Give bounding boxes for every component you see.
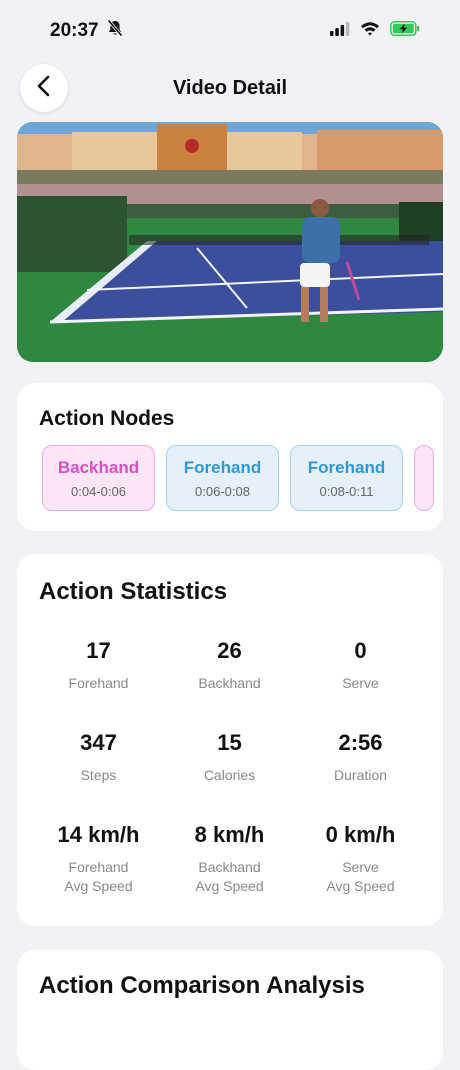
- action-nodes-title: Action Nodes: [39, 407, 175, 430]
- action-comparison-title: Action Comparison Analysis: [39, 972, 365, 999]
- video-player[interactable]: [17, 122, 443, 362]
- stat-steps: 347 Steps: [33, 730, 164, 822]
- video-frame-image: [17, 122, 443, 362]
- stat-label: Forehand: [68, 675, 129, 691]
- stat-calories: 15 Calories: [164, 730, 295, 822]
- cellular-signal-icon: [330, 21, 350, 41]
- action-nodes-list[interactable]: Backhand 0:04-0:06 Forehand 0:06-0:08 Fo…: [42, 445, 443, 511]
- action-statistics-card: Action Statistics 17 Forehand 26 Backhan…: [17, 554, 443, 926]
- action-comparison-card: Action Comparison Analysis: [17, 950, 443, 1070]
- stat-value: 8 km/h: [194, 822, 265, 847]
- action-node-time: 0:04-0:06: [71, 483, 126, 499]
- stat-forehand-count: 17 Forehand: [33, 638, 164, 730]
- wifi-icon: [360, 21, 380, 41]
- action-node-time: 0:06-0:08: [195, 483, 250, 499]
- action-node-backhand[interactable]: Backhand 0:04-0:06: [42, 445, 155, 511]
- stat-value: 15: [217, 730, 242, 755]
- stat-value: 17: [86, 638, 111, 663]
- stat-label: Serve Avg Speed: [326, 859, 395, 894]
- action-node-partial[interactable]: [414, 445, 434, 511]
- stat-backhand-avg-speed: 8 km/h Backhand Avg Speed: [164, 822, 295, 922]
- stat-value: 0: [354, 638, 367, 663]
- action-node-forehand[interactable]: Forehand 0:06-0:08: [166, 445, 279, 511]
- battery-charging-icon: [390, 21, 420, 41]
- action-statistics-title: Action Statistics: [39, 578, 228, 605]
- nav-bar: Video Detail: [0, 62, 460, 114]
- action-node-time: 0:08-0:11: [319, 483, 374, 499]
- stat-serve-avg-speed: 0 km/h Serve Avg Speed: [295, 822, 426, 922]
- stat-label: Serve: [342, 675, 379, 691]
- stat-value: 0 km/h: [325, 822, 396, 847]
- stat-backhand-count: 26 Backhand: [164, 638, 295, 730]
- status-bar: 20:37: [0, 0, 460, 62]
- stat-serve-count: 0 Serve: [295, 638, 426, 730]
- action-nodes-card: Action Nodes Backhand 0:04-0:06 Forehand…: [17, 383, 443, 531]
- action-node-name: Forehand: [307, 457, 386, 477]
- stat-value: 347: [80, 730, 117, 755]
- action-node-forehand[interactable]: Forehand 0:08-0:11: [290, 445, 403, 511]
- stat-duration: 2:56 Duration: [295, 730, 426, 822]
- chevron-left-icon: [36, 75, 52, 102]
- stat-value: 14 km/h: [57, 822, 140, 847]
- statistics-grid: 17 Forehand 26 Backhand 0 Serve 347 Step…: [33, 638, 427, 922]
- back-button[interactable]: [20, 64, 68, 112]
- page-title: Video Detail: [172, 76, 288, 99]
- stat-label: Steps: [80, 767, 117, 783]
- stat-forehand-avg-speed: 14 km/h Forehand Avg Speed: [33, 822, 164, 922]
- stat-label: Duration: [334, 767, 387, 783]
- stat-label: Forehand Avg Speed: [64, 859, 133, 894]
- stat-value: 26: [217, 638, 242, 663]
- status-time: 20:37: [50, 20, 99, 41]
- stat-label: Backhand Avg Speed: [195, 859, 264, 894]
- action-node-name: Backhand: [57, 457, 140, 477]
- action-node-name: Forehand: [183, 457, 262, 477]
- bell-slash-icon: [106, 19, 123, 43]
- stat-label: Calories: [203, 767, 256, 783]
- stat-value: 2:56: [338, 730, 383, 755]
- stat-label: Backhand: [198, 675, 261, 691]
